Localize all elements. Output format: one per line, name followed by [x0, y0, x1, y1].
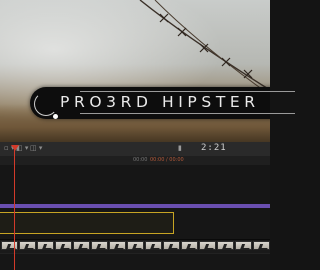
view-options-button[interactable]: ◫ ▾	[30, 144, 42, 152]
filmstrip-frame	[73, 241, 90, 250]
filmstrip-frame	[55, 241, 72, 250]
filmstrip-frame	[1, 241, 18, 250]
timecode-display[interactable]: 2:21	[201, 143, 227, 153]
title-top-line	[80, 91, 295, 92]
video-viewer	[0, 0, 270, 142]
filmstrip-frame	[19, 241, 36, 250]
filmstrip-frame	[217, 241, 234, 250]
track-separator	[0, 253, 270, 254]
title-ring-ornament	[34, 92, 58, 116]
filmstrip-frame	[91, 241, 108, 250]
play-indicator-icon: ▮	[178, 144, 182, 152]
title-track-clip[interactable]	[0, 204, 270, 208]
filmstrip-frame	[253, 241, 270, 250]
playhead-handle[interactable]	[11, 145, 19, 151]
ruler-label: 00:00	[133, 157, 148, 163]
title-overlay-text[interactable]: PRO3RD HIPSTER	[60, 93, 260, 111]
playhead[interactable]	[14, 148, 15, 270]
title-dot-ornament	[53, 114, 58, 119]
filmstrip-frame	[37, 241, 54, 250]
filmstrip-frame	[127, 241, 144, 250]
timeline-toolbar: ▫ ▾ ◧ ▾ ◫ ▾ ▮	[0, 142, 270, 157]
filmstrip-frame	[145, 241, 162, 250]
ruler-range: 00:00 / 00:00	[150, 157, 184, 163]
barbed-wire-image	[139, 0, 270, 96]
filmstrip-frame	[235, 241, 252, 250]
title-bottom-line	[80, 113, 295, 114]
filmstrip-frame	[163, 241, 180, 250]
filmstrip-frame	[181, 241, 198, 250]
filmstrip-frame	[199, 241, 216, 250]
filmstrip-frame	[109, 241, 126, 250]
selected-clip[interactable]	[0, 212, 174, 234]
